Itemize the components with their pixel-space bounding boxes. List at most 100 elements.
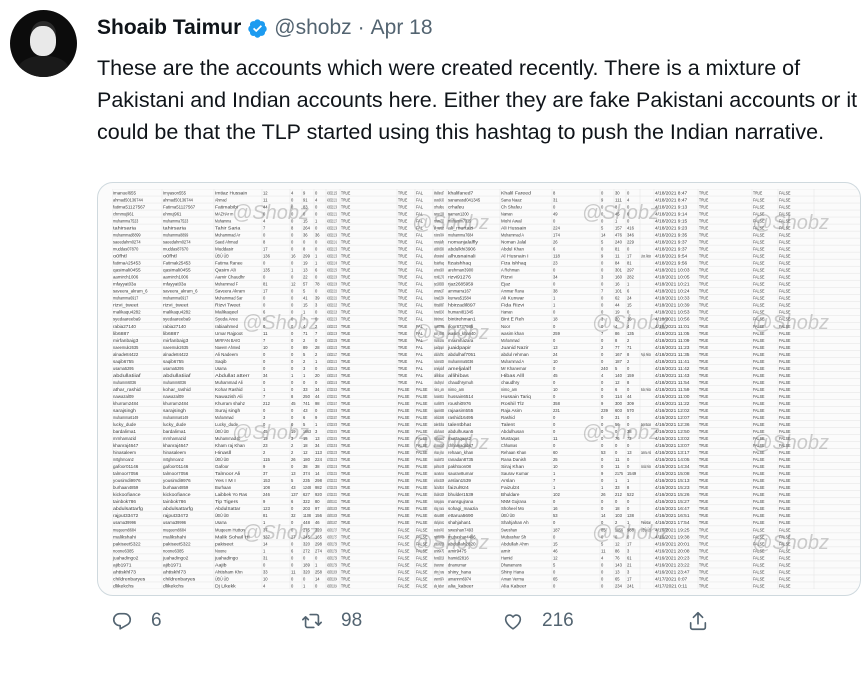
sheet-cell: 1 [315, 254, 318, 259]
sheet-cell: 12 [291, 282, 296, 287]
sheet-cell: 31 [263, 555, 268, 560]
sheet-cell: 0 [601, 387, 604, 392]
sheet-cell: rajput33472 [163, 513, 189, 518]
sheet-cell: abdulkhi3906 [448, 247, 476, 252]
sheet-cell: FALSE [398, 527, 410, 532]
like-button[interactable]: 216 [502, 610, 574, 632]
sheet-cell: Juanid Nazir [501, 345, 529, 350]
sheet-cell: FAL [416, 289, 423, 294]
sheet-cell: sohagi_maazia [448, 506, 478, 511]
sheet-cell: TRUE [398, 268, 407, 273]
sheet-cell: 30 [615, 190, 620, 195]
sheet-cell: 1 [315, 261, 318, 266]
sheet-cell: FAL [416, 345, 423, 350]
sheet-cell: burhaan4859 [163, 485, 189, 490]
sheet-cell: 0 [601, 261, 604, 266]
sheet-cell: FALSE [753, 289, 765, 294]
sheet-cell: aamirch1006 [113, 275, 139, 280]
sheet-cell: 37 [263, 471, 268, 476]
author-name[interactable]: Shoaib Taimur [97, 16, 241, 40]
sheet-cell: shiny_hana [434, 569, 444, 574]
sheet-cell: yousimdi9976 [163, 478, 191, 483]
sheet-cell: FALSE [398, 443, 410, 448]
sheet-cell: 4/18/2021 9:35 [655, 233, 688, 238]
sheet-cell: 0 [263, 408, 266, 413]
watermark: @Shobz [232, 422, 309, 444]
sheet-cell: FAL [416, 247, 423, 252]
sheet-cell: 8 [615, 338, 618, 343]
sheet-cell: 4/18/2021 13:30 [327, 317, 337, 322]
sheet-cell: lucky_dude [163, 422, 186, 427]
sheet-cell: 0 [601, 247, 604, 252]
retweet-icon [302, 613, 322, 629]
sheet-cell: Mr Khanemar [501, 366, 527, 371]
reply-icon [112, 612, 132, 630]
sheet-cell: Naeem Ahmed [215, 345, 241, 350]
sheet-cell: TRUE [398, 190, 407, 195]
sheet-cell: 18 [553, 317, 558, 322]
sheet-cell: TRUE [699, 204, 708, 209]
sheet-cell: 0 [291, 562, 294, 567]
sheet-row: burhaan4859 burhaan4859 Burhaan 108 43 1248 98… [113, 485, 791, 490]
sheet-cell: 322 [303, 499, 310, 504]
sheet-cell: Arslan [501, 478, 515, 483]
tweet-date[interactable]: Apr 18 [371, 16, 433, 40]
sheet-cell: FAL [416, 282, 423, 287]
sheet-cell: 32 [291, 513, 296, 518]
sheet-cell: TRUE [341, 204, 350, 209]
sheet-cell: 0 [315, 190, 318, 195]
sheet-cell: muhamma6917 [163, 296, 189, 301]
sheet-cell: FAL [416, 204, 423, 209]
sheet-cell: TRUE [398, 338, 407, 343]
sheet-cell: 76 [615, 555, 620, 560]
sheet-cell: noone6385 [163, 548, 184, 553]
sheet-cell: 0 [627, 366, 630, 371]
sheet-cell: TRUE [341, 394, 350, 399]
sheet-row: fatima51127567 Fatima51127567 Fatimabibi 44… [113, 204, 791, 209]
sheet-row: khurram2484 khurram2484 Khurram shahz 212 45… [113, 401, 791, 406]
sheet-cell: TRUE [341, 443, 350, 448]
avatar[interactable] [10, 10, 77, 77]
sheet-cell: FALSE [753, 345, 765, 350]
tweet-image[interactable]: imanuel655 Imyason555 Imtiaz Hussain 12 4 9 0 4… [97, 182, 861, 596]
sheet-cell: 4/16/2021 15:08 [655, 471, 690, 476]
sheet-cell: FALSE [779, 345, 791, 350]
sheet-cell: 0 [553, 394, 556, 399]
sheet-cell: 234 [615, 583, 622, 588]
sheet-cell: 9 [601, 401, 604, 406]
sheet-cell: 0 [553, 324, 556, 329]
sheet-cell: 8 [627, 380, 630, 385]
sheet-cell: 1 [291, 373, 294, 378]
sheet-cell: 4/17/2021 22:55 [327, 485, 337, 490]
sheet-cell: FALSE [779, 359, 791, 364]
sheet-cell: 0 [615, 450, 618, 455]
sheet-cell: 4/18/2021 9:14 [655, 211, 688, 216]
sheet-cell: 167 [615, 352, 622, 357]
sheet-cell: ahtiskhl73 [113, 569, 136, 574]
retweet-button[interactable]: 98 [301, 610, 362, 632]
share-button[interactable] [687, 610, 727, 632]
sheet-cell: TRUE [699, 331, 708, 336]
sheet-cell: FAL [416, 254, 423, 259]
reply-button[interactable]: 6 [111, 610, 162, 632]
sheet-cell: TRUE [341, 457, 350, 462]
sheet-cell: 4/16/2021 16:51 [655, 513, 690, 518]
sheet-cell: 12 [553, 555, 558, 560]
sheet-cell: 13 [553, 345, 558, 350]
sheet-cell: 224 [553, 226, 560, 231]
author-handle[interactable]: @shobz [274, 16, 351, 40]
sheet-cell: 4/16/2021 11:00 [655, 394, 690, 399]
sheet-cell: muhamma7523 [113, 218, 139, 223]
sheet-cell: FALSE [779, 569, 791, 574]
watermark: @Shobz [242, 312, 319, 334]
sheet-cell: ahmad50136744 [163, 197, 193, 202]
sheet-cell: FALSE [753, 506, 765, 511]
sheet-cell: 0 [315, 247, 318, 252]
sheet-cell: 4/18/2021 6:37 [327, 520, 337, 525]
sheet-cell: tahirsaria [163, 226, 187, 231]
sheet-cell: khanraj4647 [113, 443, 139, 448]
watermark: @Shobz [582, 202, 659, 224]
sheet-cell: 41 [303, 296, 308, 301]
sheet-cell: 28 [315, 345, 320, 350]
sheet-cell: ahtiskhl73 [163, 569, 186, 574]
